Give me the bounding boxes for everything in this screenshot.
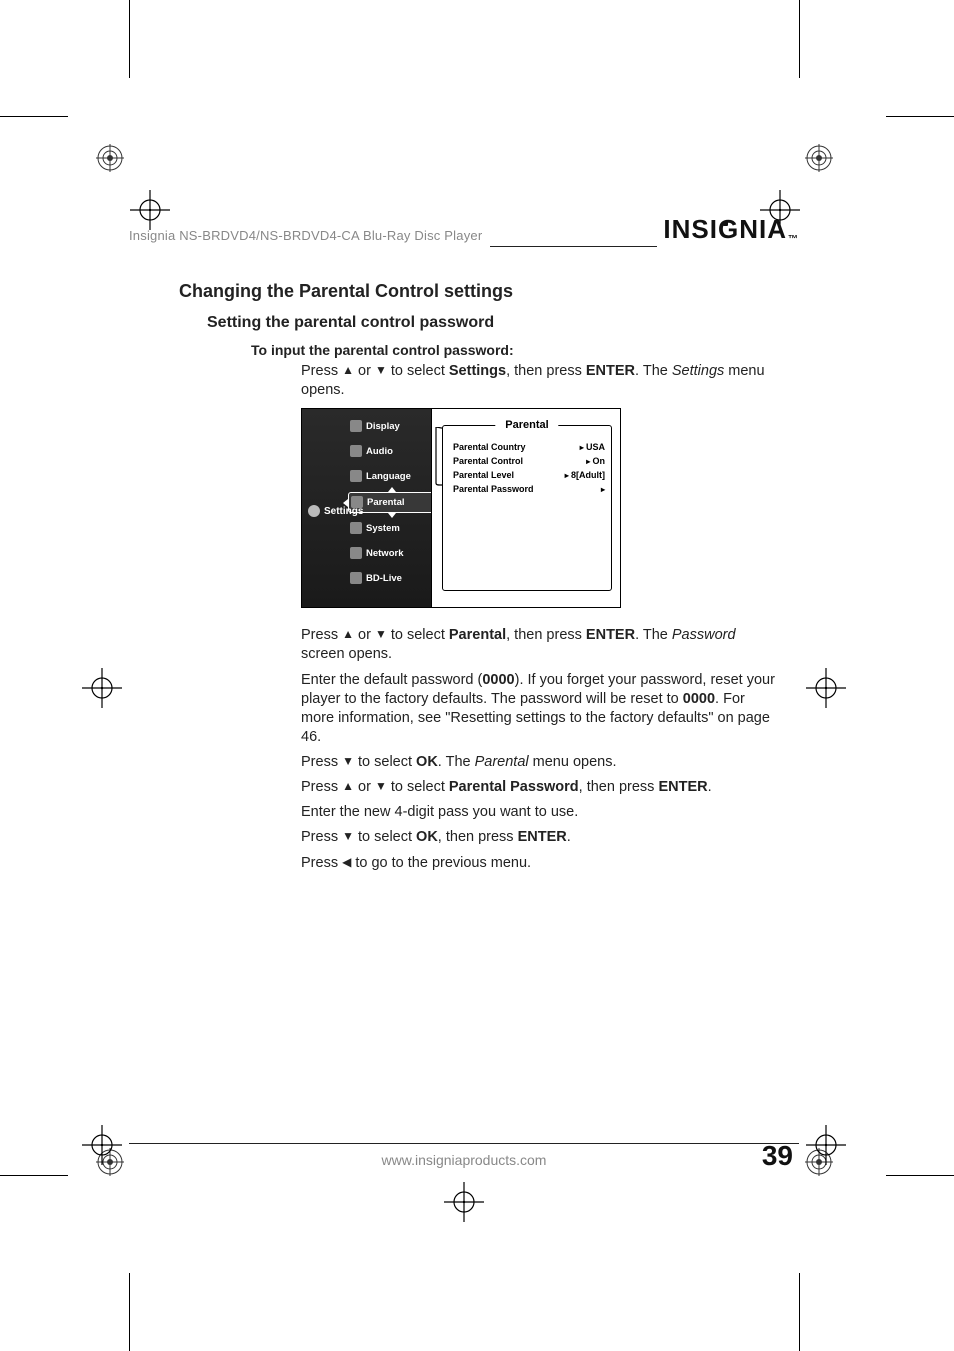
registration-mark-icon bbox=[805, 144, 833, 172]
osd-row: Parental Password bbox=[453, 484, 605, 494]
step-7: Press ▼ to select OK, then press ENTER. bbox=[301, 828, 777, 847]
up-arrow-icon: ▲ bbox=[342, 627, 354, 643]
osd-menu-parental: Parental bbox=[348, 492, 436, 513]
step-1: Press ▲ or ▼ to select Settings, then pr… bbox=[301, 362, 777, 400]
brand-text: INSIGNIA bbox=[663, 214, 787, 245]
osd-menu-audio: Audio bbox=[348, 442, 436, 461]
step-6: Enter the new 4-digit pass you want to u… bbox=[301, 803, 777, 822]
osd-menu-network: Network bbox=[348, 544, 436, 563]
step-4: Press ▼ to select OK. The Parental menu … bbox=[301, 753, 777, 772]
step-3: Enter the default password (0000). If yo… bbox=[301, 671, 777, 748]
subsection-heading: Setting the parental control password bbox=[207, 314, 789, 332]
osd-row: Parental CountryUSA bbox=[453, 442, 605, 452]
up-arrow-icon: ▲ bbox=[342, 779, 354, 795]
step-5: Press ▲ or ▼ to select Parental Password… bbox=[301, 778, 777, 797]
header-rule bbox=[490, 246, 657, 247]
step-8: Press ◀ to go to the previous menu. bbox=[301, 854, 777, 873]
down-arrow-icon: ▼ bbox=[342, 754, 354, 770]
product-line: Insignia NS-BRDVD4/NS-BRDVD4-CA Blu-Ray … bbox=[129, 228, 482, 245]
language-icon bbox=[350, 470, 362, 482]
osd-menu-language: Language bbox=[348, 467, 436, 486]
page-content: Insignia NS-BRDVD4/NS-BRDVD4-CA Blu-Ray … bbox=[129, 116, 799, 1176]
display-icon bbox=[350, 420, 362, 432]
osd-menu-bdlive: BD-Live bbox=[348, 569, 436, 588]
down-arrow-icon: ▼ bbox=[342, 829, 354, 845]
brand-dot-icon bbox=[723, 221, 728, 226]
footer-url: www.insigniaproducts.com bbox=[382, 1152, 547, 1168]
crosshair-mark-icon bbox=[82, 668, 122, 708]
network-icon bbox=[350, 547, 362, 559]
trademark-symbol: ™ bbox=[788, 234, 799, 245]
system-icon bbox=[350, 522, 362, 534]
audio-icon bbox=[350, 445, 362, 457]
crosshair-mark-icon bbox=[806, 1125, 846, 1165]
osd-screenshot: Settings Display Audio Language Parental… bbox=[301, 408, 789, 608]
left-arrow-icon: ◀ bbox=[342, 855, 351, 871]
footer-rule bbox=[129, 1143, 799, 1144]
section-heading: Changing the Parental Control settings bbox=[179, 281, 789, 302]
osd-row: Parental Level8[Adult] bbox=[453, 470, 605, 480]
down-arrow-icon: ▼ bbox=[375, 363, 387, 379]
gear-icon bbox=[308, 505, 320, 517]
parental-icon bbox=[351, 496, 363, 508]
crosshair-mark-icon bbox=[806, 668, 846, 708]
content-body: Changing the Parental Control settings S… bbox=[129, 281, 799, 873]
osd-menu: Display Audio Language Parental System N… bbox=[348, 417, 436, 594]
down-arrow-icon: ▼ bbox=[375, 779, 387, 795]
page-number: 39 bbox=[762, 1140, 793, 1172]
osd-panel: Parental Parental CountryUSA Parental Co… bbox=[442, 425, 612, 591]
crosshair-mark-icon bbox=[444, 1182, 484, 1222]
procedure-heading: To input the parental control password: bbox=[251, 342, 789, 358]
step-2: Press ▲ or ▼ to select Parental, then pr… bbox=[301, 626, 777, 664]
osd-row: Parental ControlOn bbox=[453, 456, 605, 466]
up-arrow-icon: ▲ bbox=[342, 363, 354, 379]
osd-panel-title: Parental bbox=[495, 419, 558, 431]
registration-mark-icon bbox=[96, 144, 124, 172]
page-header: Insignia NS-BRDVD4/NS-BRDVD4-CA Blu-Ray … bbox=[129, 214, 799, 245]
brand-logo: INSIGNIA ™ bbox=[663, 214, 799, 245]
osd-menu-system: System bbox=[348, 519, 436, 538]
osd-menu-display: Display bbox=[348, 417, 436, 436]
page-footer: www.insigniaproducts.com 39 bbox=[129, 1143, 799, 1170]
crosshair-mark-icon bbox=[82, 1125, 122, 1165]
bdlive-icon bbox=[350, 572, 362, 584]
down-arrow-icon: ▼ bbox=[375, 627, 387, 643]
